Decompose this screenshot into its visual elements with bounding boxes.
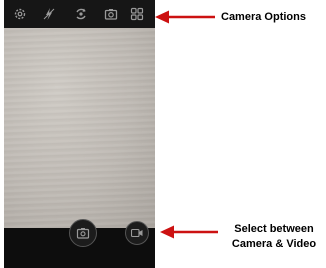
camera-mode-icon[interactable] [104, 7, 118, 21]
camera-options-arrow [155, 10, 215, 24]
camera-video-label: Select between Camera & Video [226, 222, 322, 252]
camera-options-bar [4, 0, 155, 28]
settings-gear-icon[interactable] [13, 7, 27, 21]
grid-icon[interactable] [130, 7, 144, 21]
switch-camera-icon[interactable] [74, 7, 88, 21]
camera-options-label: Camera Options [221, 11, 306, 23]
camera-viewfinder[interactable] [4, 28, 155, 228]
video-record-button[interactable] [125, 221, 149, 245]
camera-shutter-icon [76, 228, 90, 239]
camera-video-arrow [160, 225, 218, 239]
camera-shutter-button[interactable] [69, 219, 97, 247]
flash-icon[interactable] [42, 7, 56, 21]
phone-screen [4, 0, 155, 268]
select-between-text: Select between [234, 223, 314, 235]
camera-video-text: Camera & Video [231, 238, 317, 250]
video-record-icon [131, 228, 143, 238]
